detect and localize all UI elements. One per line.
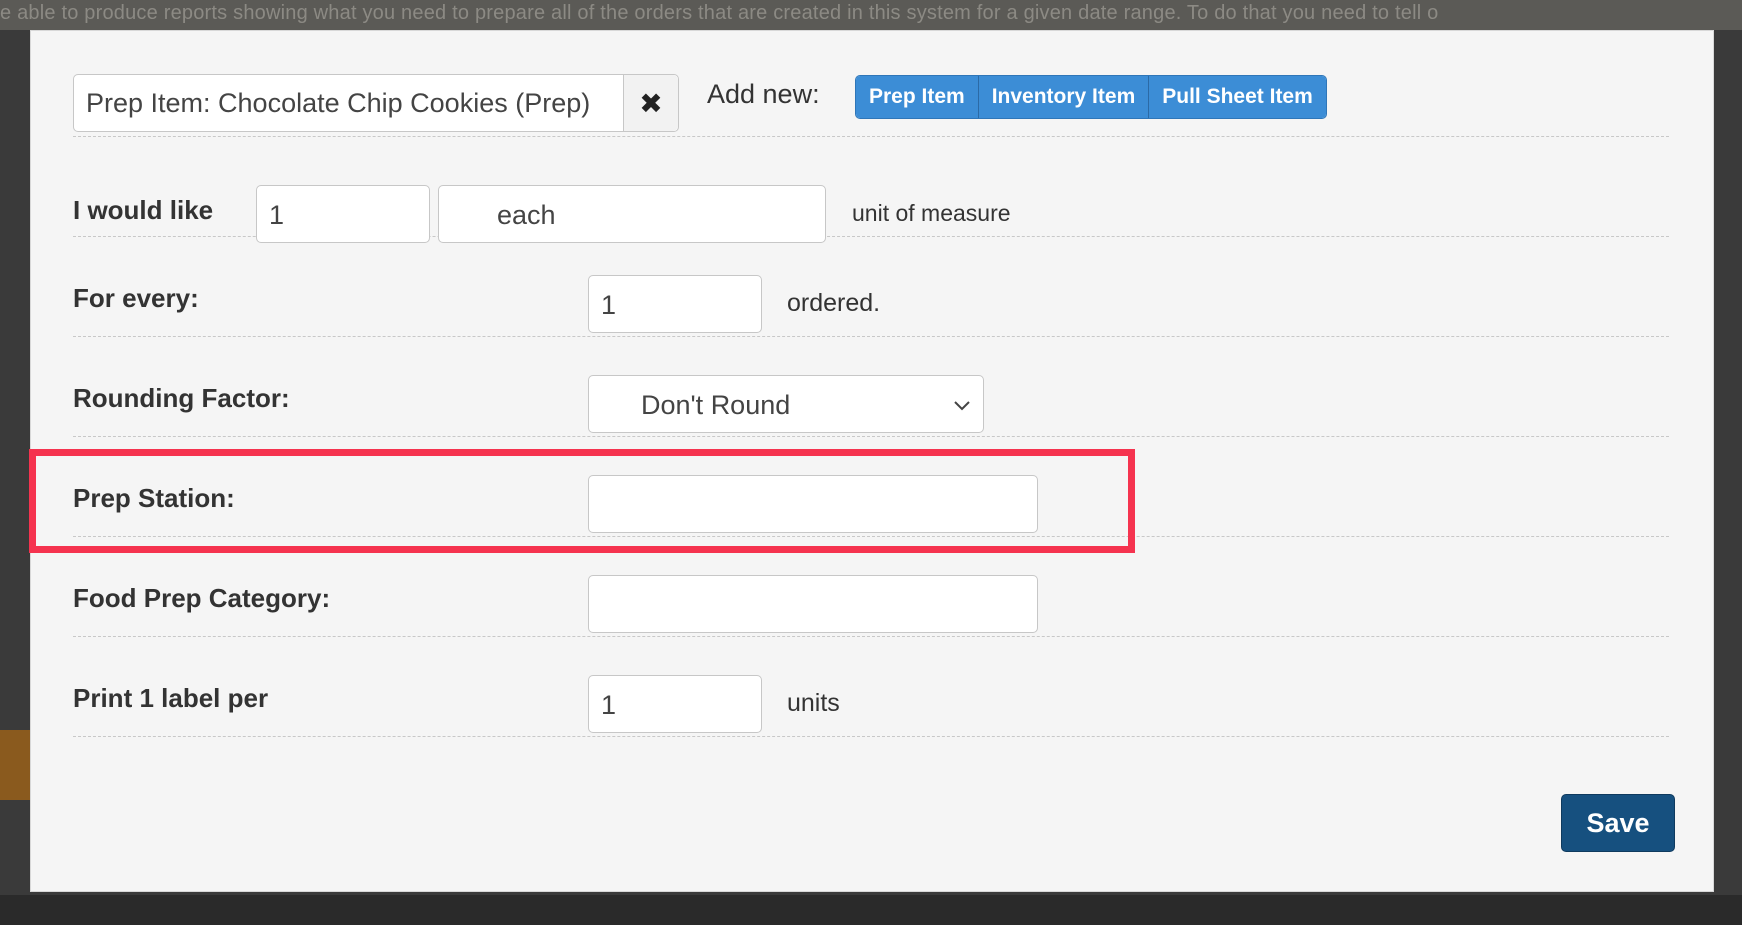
prep-station-input[interactable] [588,475,1038,533]
background-text: e able to produce reports showing what y… [0,2,1439,24]
print-label-input[interactable]: 1 [588,675,762,733]
row-divider-top [73,37,1669,137]
rounding-factor-label: Rounding Factor: [73,383,290,413]
chevron-down-icon [953,392,971,418]
prep-station-label: Prep Station: [73,483,235,513]
units-label: units [787,689,840,717]
food-prep-category-label: Food Prep Category: [73,583,331,613]
unit-of-measure-label: unit of measure [852,200,1011,226]
unit-input[interactable]: each [438,185,826,243]
row-print-label: Print 1 label per 1 units [73,637,1669,737]
for-every-input[interactable]: 1 [588,275,762,333]
save-button[interactable]: Save [1561,794,1675,852]
quantity-input[interactable]: 1 [256,185,430,243]
modal-dialog: Prep Item: Chocolate Chip Cookies (Prep)… [29,30,1714,892]
row-would-like: I would like 1 each unit of measure [73,137,1669,243]
would-like-label: I would like [73,195,214,225]
food-prep-category-input[interactable] [588,575,1038,633]
row-prep-station: Prep Station: [73,437,1669,537]
row-food-prep-category: Food Prep Category: [73,537,1669,637]
row-for-every: For every: 1 ordered. [73,237,1669,337]
for-every-label: For every: [73,283,199,313]
row-rounding-factor: Rounding Factor: Don't Round [73,337,1669,437]
rounding-factor-select[interactable]: Don't Round [588,375,984,433]
rounding-factor-value: Don't Round [641,390,791,420]
background-text-strip: e able to produce reports showing what y… [0,0,1742,30]
print-label-label: Print 1 label per [73,683,269,713]
background-bottom-bar [0,895,1742,925]
ordered-label: ordered. [787,289,881,317]
